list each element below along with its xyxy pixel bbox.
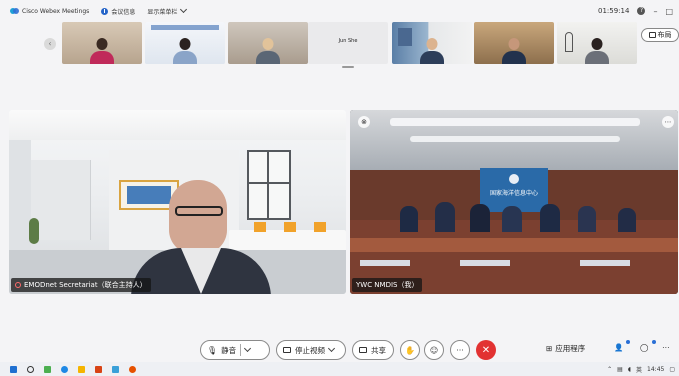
- participant-name-tag: EMODnet Secretariat（联合主持人）: [11, 278, 151, 292]
- volume-icon[interactable]: ◖: [628, 366, 631, 373]
- office-icon[interactable]: [95, 365, 102, 373]
- stop-video-label: 停止视频: [295, 345, 325, 355]
- participant-avatar: [501, 38, 527, 64]
- participant-thumbnail[interactable]: [474, 22, 554, 64]
- taskbar-clock[interactable]: 14:45: [647, 366, 664, 373]
- info-icon: [101, 7, 109, 15]
- participant-name: YWC NMDIS（我）: [356, 281, 419, 289]
- controls-more-button[interactable]: ⋯: [662, 343, 670, 352]
- participant-avatar: [89, 38, 115, 64]
- stop-video-button[interactable]: 停止视频: [276, 340, 346, 360]
- more-options-button[interactable]: ⋯: [662, 116, 674, 128]
- show-menubar-label: 显示菜单栏: [147, 8, 178, 16]
- network-icon[interactable]: ▤: [617, 366, 623, 373]
- participant-thumbnail[interactable]: [62, 22, 142, 64]
- title-bar: Cisco Webex Meetings 会议信息 显示菜单栏 01:59:14…: [0, 0, 679, 22]
- cohost-icon: [15, 282, 21, 288]
- reactions-button[interactable]: ☺: [424, 340, 444, 360]
- strip-resize-handle[interactable]: [342, 66, 354, 68]
- participant-thumbnail[interactable]: [392, 22, 472, 64]
- chat-button[interactable]: ◯: [640, 343, 648, 352]
- search-icon[interactable]: [27, 365, 34, 373]
- notification-dot: [626, 340, 630, 344]
- smiley-icon: ☺: [429, 345, 439, 355]
- video-tile-nmdis[interactable]: 国家海洋信息中心 ⊗ ⋯ YWC NMDIS（我）: [350, 110, 678, 294]
- more-icon: ···: [456, 345, 464, 355]
- restore-button[interactable]: □: [665, 7, 673, 16]
- apps-label: 应用程序: [555, 344, 586, 353]
- notification-dot: [652, 340, 656, 344]
- browser-icon[interactable]: [61, 365, 68, 373]
- participant-avatar: [419, 38, 445, 64]
- camera-icon: [283, 347, 291, 353]
- microphone-icon: 🎙: [207, 345, 218, 355]
- participant-name: EMODnet Secretariat（联合主持人）: [24, 281, 147, 289]
- participants-button[interactable]: 👤: [614, 343, 623, 352]
- webex-logo-icon: [10, 7, 19, 16]
- notification-icon[interactable]: ▢: [669, 366, 675, 373]
- windows-start-icon[interactable]: [10, 365, 17, 373]
- chevron-down-icon[interactable]: [327, 344, 336, 353]
- chevron-down-icon[interactable]: [244, 344, 252, 353]
- strip-scroll-left-button[interactable]: ‹: [44, 38, 56, 50]
- windows-taskbar: ⌃ ▤ ◖ 英 14:45 ▢: [0, 362, 679, 376]
- mute-label: 静音: [221, 345, 237, 355]
- layout-button[interactable]: 布局: [641, 28, 679, 42]
- meeting-controls: 🎙 静音 停止视频 共享 ✋ ☺ ··· ✕ ⊞ 应用程序 👤 ◯ ⋯: [0, 338, 679, 362]
- share-button[interactable]: 共享: [352, 340, 394, 360]
- layout-icon: [648, 32, 656, 38]
- more-icon: ⋯: [662, 343, 670, 352]
- layout-label: 布局: [657, 31, 672, 39]
- participant-name: Jun She: [338, 38, 358, 44]
- participant-name-tag: YWC NMDIS（我）: [352, 278, 423, 292]
- chevron-down-icon: [180, 5, 188, 14]
- apps-button[interactable]: ⊞ 应用程序: [546, 343, 585, 354]
- app-taskbar-icon[interactable]: [129, 365, 136, 373]
- meeting-timer: 01:59:14: [597, 7, 630, 15]
- minimize-button[interactable]: –: [653, 7, 657, 16]
- participant-thumbnail[interactable]: [228, 22, 308, 64]
- video-tile-emodnet[interactable]: EMODnet Secretariat（联合主持人）: [9, 110, 346, 294]
- help-icon[interactable]: ?: [637, 7, 646, 15]
- participant-strip: ‹ Jun She 布局: [0, 22, 679, 68]
- participant-thumbnail[interactable]: [557, 22, 637, 64]
- apps-icon: ⊞: [546, 344, 553, 353]
- tray-chevron-icon[interactable]: ⌃: [607, 366, 612, 373]
- mute-button[interactable]: 🎙 静音: [200, 340, 270, 360]
- input-language[interactable]: 英: [636, 365, 642, 374]
- close-icon: ✕: [481, 344, 491, 356]
- folder-icon[interactable]: [78, 365, 85, 373]
- end-meeting-button[interactable]: ✕: [476, 340, 496, 360]
- meeting-info-button[interactable]: 会议信息: [101, 7, 135, 16]
- participant-avatar: [584, 38, 610, 64]
- raise-hand-button[interactable]: ✋: [400, 340, 420, 360]
- participant-avatar: [255, 38, 281, 64]
- participant-thumbnail-jun-she[interactable]: Jun She: [308, 22, 388, 64]
- app-taskbar-icon[interactable]: [44, 365, 51, 373]
- pin-button[interactable]: ⊗: [358, 116, 370, 128]
- hand-icon: ✋: [405, 345, 415, 355]
- share-icon: [359, 347, 367, 353]
- meeting-info-label: 会议信息: [111, 8, 136, 16]
- participants-icon: 👤: [614, 343, 624, 352]
- show-menubar-button[interactable]: 显示菜单栏: [147, 5, 188, 16]
- participant-thumbnail[interactable]: [145, 22, 225, 64]
- webex-taskbar-icon[interactable]: [112, 365, 119, 373]
- participant-avatar: [172, 38, 198, 64]
- more-button[interactable]: ···: [450, 340, 470, 360]
- app-title: Cisco Webex Meetings: [22, 7, 90, 15]
- share-label: 共享: [371, 345, 386, 355]
- chat-icon: ◯: [640, 343, 649, 352]
- banner-text: 国家海洋信息中心: [489, 190, 538, 197]
